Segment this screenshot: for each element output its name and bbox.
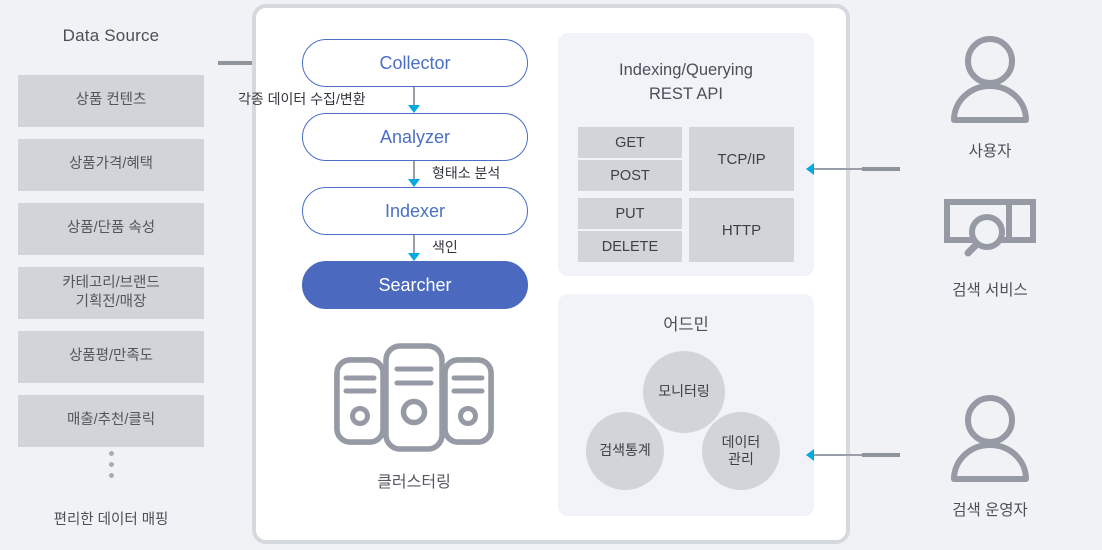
analyzer-to-indexer-arrow bbox=[407, 161, 421, 187]
http-methods-column: GET POST PUT DELETE bbox=[578, 127, 682, 262]
pipeline-stage-searcher[interactable]: Searcher bbox=[302, 261, 528, 309]
rest-api-title-line2: REST API bbox=[649, 84, 723, 103]
pipeline-stage-label: Analyzer bbox=[379, 126, 451, 147]
list-item: 상품가격/혜택 bbox=[18, 139, 204, 191]
http-method-get[interactable]: GET bbox=[578, 127, 682, 158]
admin-feature-search-statistics[interactable]: 검색통계 bbox=[586, 412, 664, 490]
search-service-to-rest-api-arrow bbox=[806, 162, 902, 176]
list-item: 매출/추천/클릭 bbox=[18, 395, 204, 447]
data-source-list: 상품 컨텐츠 상품가격/혜택 상품/단품 속성 카테고리/브랜드 기획전/매장 상… bbox=[18, 75, 204, 459]
pipeline-stage-indexer[interactable]: Indexer bbox=[302, 187, 528, 235]
protocol-column: TCP/IP HTTP bbox=[689, 127, 794, 262]
rest-api-grid: GET POST PUT DELETE TCP/IP HTTP bbox=[578, 127, 794, 262]
clustering-label: 클러스터링 bbox=[377, 474, 451, 491]
person-icon bbox=[951, 36, 1029, 123]
list-item: 상품평/만족도 bbox=[18, 331, 204, 383]
http-method-put[interactable]: PUT bbox=[578, 198, 682, 229]
caption-data-collection: 각종 데이터 수집/변환 bbox=[238, 91, 366, 107]
actor-search-service: 검색 서비스 bbox=[900, 196, 1080, 300]
list-item: 상품/단품 속성 bbox=[18, 203, 204, 255]
data-source-footnote: 편리한 데이터 매핑 bbox=[53, 512, 169, 528]
data-source-title: Data Source bbox=[62, 26, 160, 45]
indexer-to-searcher-arrow bbox=[407, 235, 421, 261]
actor-user: 사용자 bbox=[900, 33, 1080, 161]
admin-title: 어드민 bbox=[663, 316, 709, 334]
caption-morphological-analysis: 형태소 분석 bbox=[432, 165, 501, 181]
http-method-post[interactable]: POST bbox=[578, 160, 682, 191]
rest-api-panel: Indexing/Querying REST API GET POST PUT … bbox=[558, 33, 814, 276]
actor-label: 검색 운영자 bbox=[952, 502, 1028, 519]
rest-api-title: Indexing/Querying REST API bbox=[558, 59, 814, 107]
data-source-column: Data Source 상품 컨텐츠 상품가격/혜택 상품/단품 속성 카테고리… bbox=[0, 0, 222, 550]
admin-feature-monitoring[interactable]: 모니터링 bbox=[643, 351, 725, 433]
search-box-icon bbox=[944, 199, 1036, 257]
protocol-tcp-ip[interactable]: TCP/IP bbox=[689, 127, 794, 191]
person-icon bbox=[951, 395, 1029, 482]
admin-feature-data-management[interactable]: 데이터 관리 bbox=[702, 412, 780, 490]
operator-to-admin-arrow bbox=[806, 448, 902, 462]
http-method-delete[interactable]: DELETE bbox=[578, 231, 682, 262]
actor-search-operator: 검색 운영자 bbox=[900, 392, 1080, 520]
admin-panel: 어드민 모니터링 검색통계 데이터 관리 bbox=[558, 294, 814, 516]
collector-to-analyzer-arrow bbox=[407, 87, 421, 113]
pipeline-stage-label: Collector bbox=[379, 52, 451, 73]
diagram-canvas: Data Source 상품 컨텐츠 상품가격/혜택 상품/단품 속성 카테고리… bbox=[0, 0, 1102, 550]
pipeline-stage-label: Indexer bbox=[384, 200, 446, 221]
caption-indexing: 색인 bbox=[432, 239, 458, 255]
protocol-http[interactable]: HTTP bbox=[689, 198, 794, 262]
list-item: 카테고리/브랜드 기획전/매장 bbox=[18, 267, 204, 319]
actor-label: 사용자 bbox=[968, 143, 1012, 160]
pipeline-stage-collector[interactable]: Collector bbox=[302, 39, 528, 87]
rest-api-title-line1: Indexing/Querying bbox=[619, 61, 753, 79]
pipeline-stage-label: Searcher bbox=[378, 274, 452, 295]
pipeline-stage-analyzer[interactable]: Analyzer bbox=[302, 113, 528, 161]
http-method-group: GET POST bbox=[578, 127, 682, 191]
http-method-group: PUT DELETE bbox=[578, 198, 682, 262]
actor-label: 검색 서비스 bbox=[952, 282, 1028, 299]
list-item: 상품 컨텐츠 bbox=[18, 75, 204, 127]
clustering-block: 클러스터링 bbox=[318, 338, 510, 492]
vertical-dots-icon bbox=[0, 451, 222, 478]
server-stack-icon bbox=[334, 343, 494, 452]
